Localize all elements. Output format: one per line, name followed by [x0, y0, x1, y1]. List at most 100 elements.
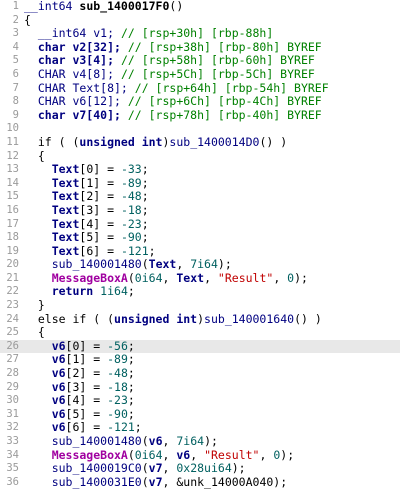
code-token: ;	[127, 379, 135, 394]
code-line[interactable]: 33 sub_140001480(v6, 7i64);	[0, 434, 400, 449]
line-number: 7	[12, 81, 19, 94]
code-token: ;	[127, 366, 135, 381]
code-token: v6	[148, 434, 163, 448]
code-token: ;	[127, 352, 135, 367]
code-token: Text	[24, 230, 80, 245]
code-token: sub_140001480	[24, 434, 142, 448]
code-line[interactable]: 34 MessageBoxA(0i64, v6, "Result", 0);	[0, 447, 400, 463]
code-token: CHAR v4[8];	[24, 66, 121, 81]
line-number: 31	[6, 407, 19, 420]
code-token: [1] =	[79, 175, 121, 190]
code-token: ,	[204, 270, 218, 285]
code-line[interactable]: 18 Text[5] = -90;	[0, 230, 400, 245]
code-token: CHAR v6[12];	[24, 94, 128, 109]
code-token: return	[24, 284, 101, 299]
code-line[interactable]: 36 sub_1400031E0(v7, &unk_14000A040);	[0, 475, 400, 489]
code-line[interactable]: 20 sub_140001480(Text, 7i64);	[0, 257, 400, 272]
code-token: v6	[24, 379, 66, 394]
line-number: 3	[12, 27, 19, 40]
code-line[interactable]: 10	[0, 122, 400, 136]
code-line[interactable]: 35 sub_1400019C0(v7, 0x28ui64);	[0, 461, 400, 476]
code-token: v6	[24, 338, 66, 353]
code-token: }	[24, 298, 45, 313]
code-token: char v3[4];	[24, 53, 121, 68]
code-token: // [rsp+64h] [rbp-54h] BYREF	[134, 80, 329, 95]
code-token: [0] =	[79, 162, 121, 177]
code-token: (	[141, 434, 149, 448]
code-token: -56	[107, 338, 128, 353]
code-token: // [rsp+6Ch] [rbp-4Ch] BYREF	[127, 94, 322, 109]
code-line[interactable]: 17 Text[4] = -23;	[0, 216, 400, 232]
code-line[interactable]: 31 v6[5] = -90;	[0, 407, 400, 422]
code-line[interactable]: 14 Text[1] = -89;	[0, 175, 400, 191]
code-line[interactable]: 11 if ( (unsigned int)sub_1400014D0() )	[0, 134, 400, 150]
code-line[interactable]: 23 }	[0, 298, 400, 313]
code-line[interactable]: 28 v6[2] = -48;	[0, 366, 400, 381]
code-token: -23	[107, 393, 128, 408]
code-token: 1i64	[100, 284, 128, 299]
code-line[interactable]: 19 Text[6] = -121;	[0, 243, 400, 259]
code-token: Text	[24, 216, 80, 231]
pseudocode-editor[interactable]: 1 __int64 sub_1400017F0() 2{3 __int64 v1; …	[0, 0, 400, 489]
code-token: [1] =	[65, 352, 108, 367]
code-text: char v2[32]; // [rsp+38h] [rbp-80h] BYRE…	[24, 40, 322, 55]
code-line[interactable]: 12 {	[0, 149, 400, 164]
code-line[interactable]: 22 return 1i64;	[0, 285, 400, 299]
code-token: -48	[107, 366, 128, 381]
line-number: 14	[6, 176, 19, 189]
code-line[interactable]: 27 v6[1] = -89;	[0, 353, 400, 367]
code-token: [3] =	[65, 379, 108, 394]
code-line[interactable]: 8 CHAR v6[12]; // [rsp+6Ch] [rbp-4Ch] BY…	[0, 94, 400, 109]
code-token: () )	[294, 311, 322, 326]
line-number: 32	[6, 421, 19, 434]
code-token: ,	[273, 270, 288, 285]
code-line[interactable]: 2{	[0, 12, 400, 28]
code-token: Text	[176, 270, 205, 285]
code-line[interactable]: 6 CHAR v4[8]; // [rsp+5Ch] [rbp-5Ch] BYR…	[0, 66, 400, 82]
code-text: return 1i64;	[24, 285, 135, 299]
code-token: MessageBoxA	[24, 270, 128, 285]
code-line[interactable]: 4 char v2[32]; // [rsp+38h] [rbp-80h] BY…	[0, 40, 400, 55]
code-line[interactable]: 5 char v3[4]; // [rsp+58h] [rbp-60h] BYR…	[0, 54, 400, 68]
code-token: // [rsp+30h] [rbp-88h]	[120, 26, 274, 41]
code-token: sub_1400014D0	[169, 134, 260, 149]
code-token: 7i64	[176, 434, 205, 448]
code-token: (	[141, 461, 149, 476]
line-number: 4	[12, 40, 19, 53]
code-token: v6	[24, 366, 66, 381]
code-token: -48	[120, 189, 142, 204]
code-line[interactable]: 1 __int64 sub_1400017F0()	[0, 0, 400, 14]
code-line[interactable]: 25 {	[0, 325, 400, 340]
code-line[interactable]: 13 Text[0] = -33;	[0, 162, 400, 177]
code-line[interactable]: 3 __int64 v1; // [rsp+30h] [rbp-88h]	[0, 26, 400, 41]
code-token: sub_1400019C0	[24, 461, 142, 476]
code-text: if ( (unsigned int)sub_1400014D0() )	[24, 134, 287, 150]
code-token: CHAR Text[8];	[24, 80, 135, 95]
code-line[interactable]: 24 else if ( (unsigned int)sub_140001640…	[0, 311, 400, 327]
code-line[interactable]: 30 v6[4] = -23;	[0, 393, 400, 408]
code-token: else if ( (	[24, 311, 115, 326]
code-token: ;	[141, 202, 149, 217]
code-text: MessageBoxA(0i64, v6, "Result", 0);	[24, 447, 294, 463]
code-token: Text	[24, 175, 80, 190]
line-number: 20	[6, 258, 19, 271]
line-number: 23	[6, 299, 19, 312]
code-token: {	[24, 12, 31, 27]
line-number: 9	[12, 108, 19, 121]
code-token: );	[231, 461, 246, 476]
code-line[interactable]: 26 v6[0] = -56;	[0, 338, 400, 354]
code-token: ;	[141, 230, 149, 245]
code-line[interactable]: 21 MessageBoxA(0i64, Text, "Result", 0);	[0, 270, 400, 286]
code-line[interactable]: 9 char v7[40]; // [rsp+78h] [rbp-40h] BY…	[0, 108, 400, 123]
code-line[interactable]: 32 v6[6] = -121;	[0, 421, 400, 435]
code-line[interactable]: 29 v6[3] = -18;	[0, 379, 400, 395]
code-text: __int64 sub_1400017F0()	[24, 0, 183, 14]
code-line[interactable]: 16 Text[3] = -18;	[0, 202, 400, 218]
code-token: v6	[24, 352, 66, 367]
code-token: v7	[148, 461, 163, 476]
code-line[interactable]: 15 Text[2] = -48;	[0, 190, 400, 204]
code-line[interactable]: 7 CHAR Text[8]; // [rsp+64h] [rbp-54h] B…	[0, 80, 400, 96]
code-token: ,	[162, 447, 177, 462]
code-token: ;	[148, 243, 156, 258]
code-token: [6] =	[79, 243, 121, 258]
